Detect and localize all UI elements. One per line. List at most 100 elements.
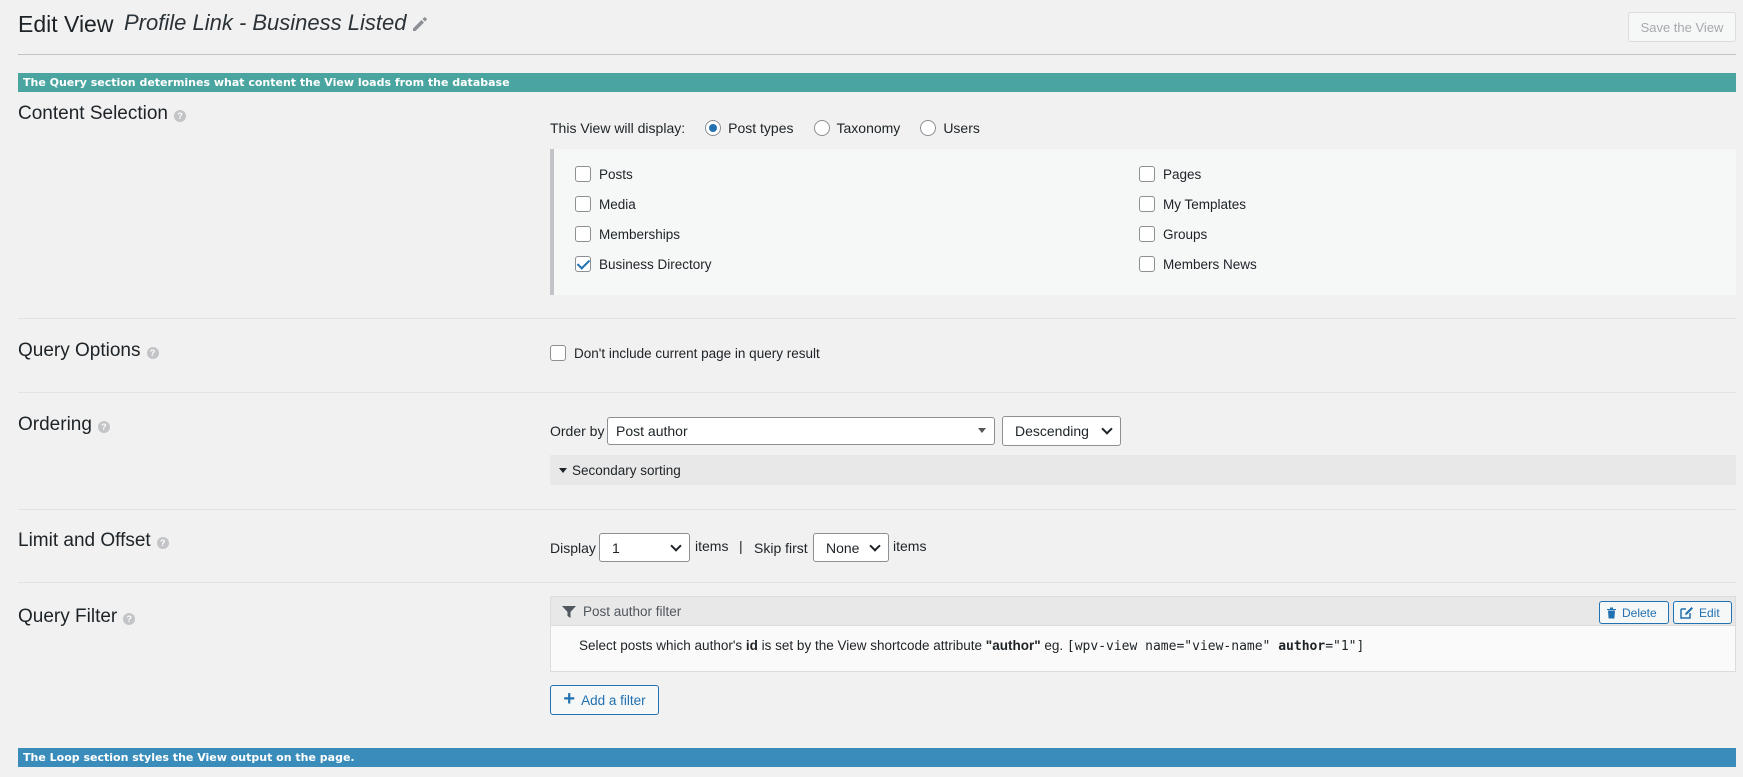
view-name-title[interactable]: Profile Link - Business Listed [124,10,406,36]
trash-icon [1607,607,1616,618]
add-filter-label: Add a filter [581,692,646,708]
caret-down-icon [978,428,986,433]
checkbox-label: Memberships [599,226,681,242]
checkbox[interactable] [575,166,591,182]
add-filter-button[interactable]: + Add a filter [550,685,659,715]
checkbox-members-news[interactable]: Members News [1139,256,1257,272]
skip-first-label: Skip first [754,540,808,556]
items-label: items [695,538,729,554]
query-section-banner: The Query section determines what conten… [18,73,1736,92]
radio-button[interactable] [705,120,722,136]
help-icon[interactable]: ? [97,421,110,433]
select-value: None [826,539,860,556]
checkbox-label: Groups [1163,226,1208,242]
exclude-current-page-checkbox[interactable]: Don't include current page in query resu… [550,345,820,361]
radio-button[interactable] [920,120,937,136]
radio-taxonomy[interactable]: Taxonomy [813,120,901,136]
select-value: Post author [616,423,688,439]
checkbox-pages[interactable]: Pages [1139,166,1201,182]
funnel-icon [562,605,576,622]
radio-post-types[interactable]: Post types [705,120,794,136]
chevron-down-icon [670,540,682,552]
help-icon[interactable]: ? [123,613,136,625]
checkbox[interactable] [550,345,566,361]
checkbox-label: Members News [1163,256,1257,272]
order-by-select[interactable]: Post author [607,417,995,445]
checkbox[interactable] [575,196,591,212]
help-icon[interactable]: ? [156,537,169,549]
separator: | [739,538,743,554]
filter-title: Post author filter [583,603,682,619]
items-label: items [893,538,927,554]
skip-first-select[interactable]: None [813,533,889,562]
checkbox[interactable] [1139,196,1155,212]
display-label: Display [550,540,596,556]
ordering-heading: Ordering ? [18,414,110,436]
section-divider [18,392,1736,393]
desc-text: Select posts which author's [579,638,746,653]
filter-description: Select posts which author's id is set by… [579,638,1364,654]
checkbox[interactable] [575,226,591,242]
radio-label: Users [943,120,980,136]
triangle-down-icon [559,468,567,473]
chevron-down-icon [1101,423,1113,435]
checkbox-checked[interactable] [575,256,591,272]
checkbox-memberships[interactable]: Memberships [575,226,680,242]
order-by-label: Order by [550,423,605,439]
ordering-label: Ordering [18,414,92,435]
checkbox-label: Posts [599,166,633,182]
section-divider [18,318,1736,319]
post-author-filter-box: Post author filter Delete Edit Select po… [550,596,1736,672]
checkbox-label: My Templates [1163,196,1247,212]
desc-text: eg. [1040,638,1067,653]
checkbox-media[interactable]: Media [575,196,636,212]
radio-users[interactable]: Users [920,120,980,136]
query-options-label: Query Options [18,340,141,361]
page-title: Edit View [18,11,114,37]
checkbox-label: Don't include current page in query resu… [574,345,820,361]
checkbox-label: Media [599,196,636,212]
checkbox-my-templates[interactable]: My Templates [1139,196,1246,212]
edit-filter-button[interactable]: Edit [1673,601,1732,624]
post-types-box: Posts Media Memberships Business Directo… [550,149,1736,295]
order-direction-select[interactable]: Descending [1002,416,1121,446]
chevron-down-icon [869,540,881,552]
filter-header: Post author filter Delete Edit [551,597,1735,626]
checkbox-label: Business Directory [599,256,712,272]
content-selection-heading: Content Selection ? [18,103,186,125]
radio-label: Post types [728,120,794,136]
query-filter-heading: Query Filter ? [18,606,136,628]
checkbox[interactable] [1139,256,1155,272]
delete-label: Delete [1622,605,1657,620]
checkbox-business-directory[interactable]: Business Directory [575,256,712,272]
secondary-sorting-label: Secondary sorting [572,462,681,478]
help-icon[interactable]: ? [174,110,186,122]
checkbox-label: Pages [1163,166,1202,182]
query-options-heading: Query Options ? [18,340,159,362]
select-value: Descending [1015,423,1089,439]
checkbox[interactable] [1139,166,1155,182]
delete-filter-button[interactable]: Delete [1599,601,1669,624]
edit-view-page: Edit View Profile Link - Business Listed… [18,0,1736,777]
select-value: 1 [612,539,620,556]
pencil-icon[interactable] [410,14,430,34]
display-count-select[interactable]: 1 [599,533,690,562]
content-selection-label: Content Selection [18,103,168,124]
radio-label: Taxonomy [836,120,901,136]
plus-icon: + [563,688,576,710]
limit-offset-label: Limit and Offset [18,530,151,551]
help-icon[interactable]: ? [146,347,159,359]
shortcode-example: [wpv-view name="view-name" author="1"] [1067,639,1364,654]
limit-offset-heading: Limit and Offset ? [18,530,169,552]
display-label: This View will display: [550,120,686,136]
checkbox-posts[interactable]: Posts [575,166,633,182]
secondary-sorting-toggle[interactable]: Secondary sorting [550,455,1736,485]
loop-section-banner: The Loop section styles the View output … [18,748,1736,767]
edit-icon [1680,607,1693,619]
display-type-radio-group: This View will display: Post types Taxon… [550,117,1736,139]
desc-text: is set by the View shortcode attribute [757,638,986,653]
checkbox[interactable] [1139,226,1155,242]
radio-button[interactable] [813,120,830,136]
save-view-button[interactable]: Save the View [1628,12,1736,42]
checkbox-groups[interactable]: Groups [1139,226,1207,242]
